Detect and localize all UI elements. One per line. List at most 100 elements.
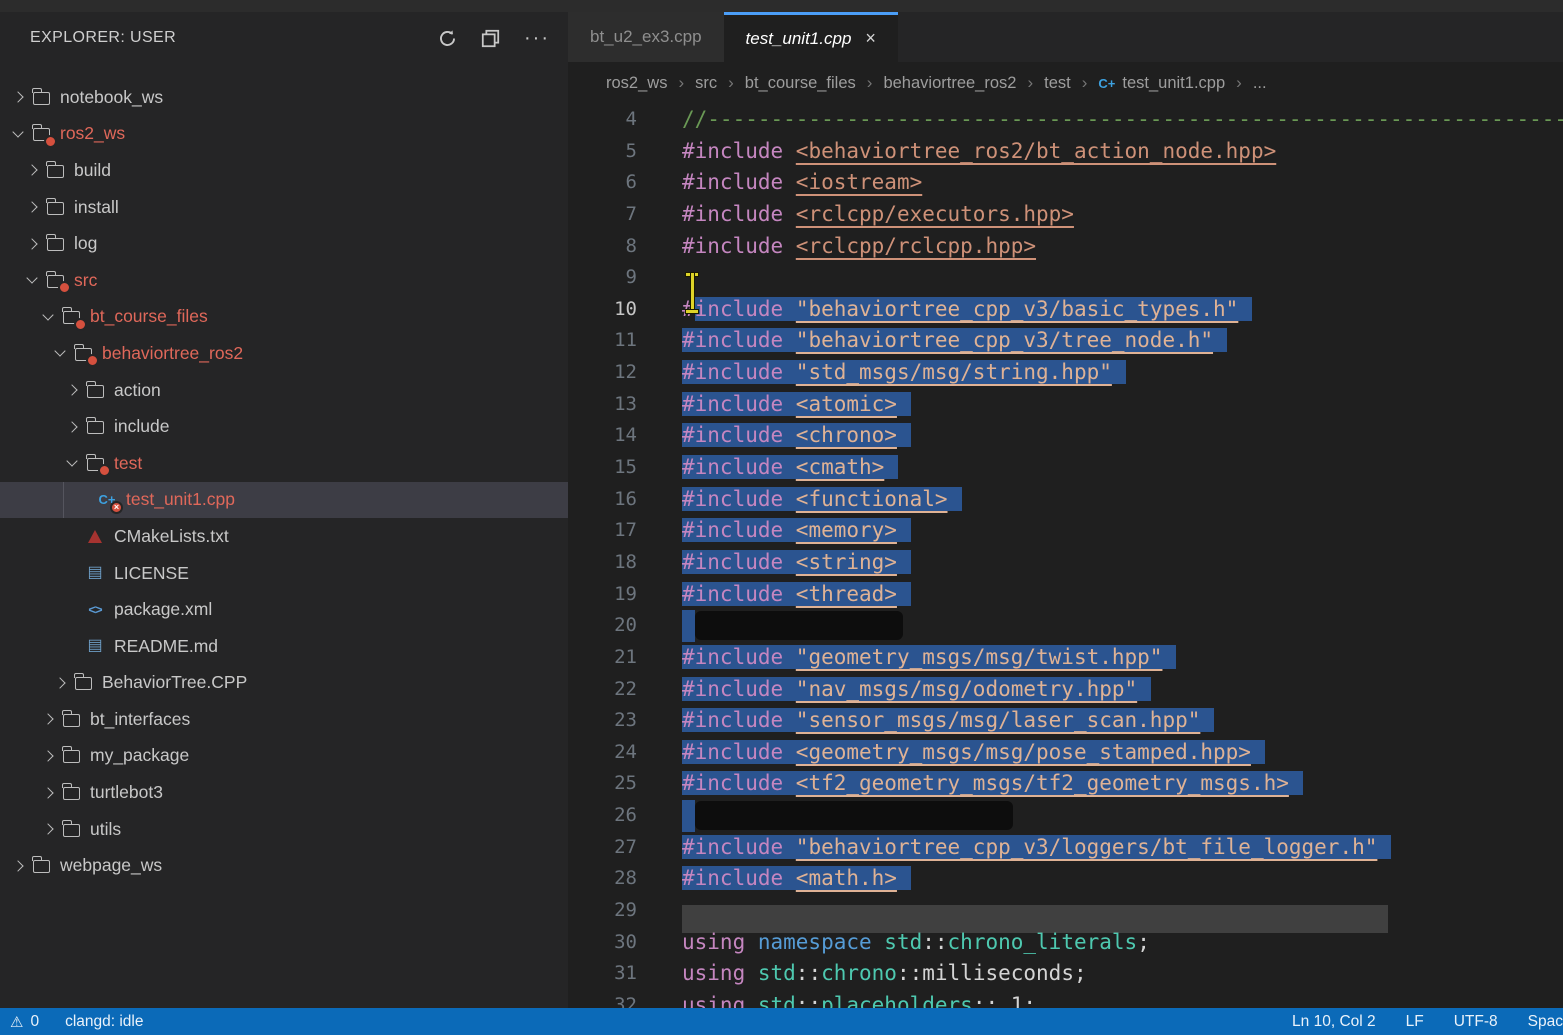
tree-item-test[interactable]: test <box>0 445 568 482</box>
tree-item-CMakeLists.txt[interactable]: CMakeLists.txt <box>0 518 568 555</box>
code-line-32[interactable]: 32using std::placeholders::_1; <box>568 990 1563 1008</box>
clangd-status[interactable]: clangd: idle <box>65 1013 143 1031</box>
book-glyph: ▤ <box>87 638 102 654</box>
folder-icon <box>86 455 104 471</box>
code-line-28[interactable]: 28#include <math.h> <box>568 863 1563 895</box>
tree-item-label: include <box>114 416 169 437</box>
code-line-23[interactable]: 23#include "sensor_msgs/msg/laser_scan.h… <box>568 705 1563 737</box>
code-line-27[interactable]: 27#include "behaviortree_cpp_v3/loggers/… <box>568 832 1563 864</box>
tree-item-utils[interactable]: utils <box>0 811 568 848</box>
code-line-13[interactable]: 13#include <atomic> <box>568 389 1563 421</box>
collapse-folders-icon[interactable] <box>481 29 500 48</box>
chevron-right-icon[interactable] <box>42 824 53 835</box>
line-content: #include <chrono> <box>682 420 911 452</box>
breadcrumb-item-test[interactable]: test <box>1044 74 1071 93</box>
eol-indicator[interactable]: LF <box>1406 1013 1424 1031</box>
code-line-6[interactable]: 6#include <iostream> <box>568 167 1563 199</box>
chevron-down-icon[interactable] <box>42 309 53 320</box>
code-line-22[interactable]: 22#include "nav_msgs/msg/odometry.hpp" <box>568 674 1563 706</box>
indentation-indicator[interactable]: Spac <box>1528 1013 1563 1031</box>
breadcrumb-item-ros2_ws[interactable]: ros2_ws <box>606 74 667 93</box>
tree-item-install[interactable]: install <box>0 189 568 226</box>
chevron-down-icon[interactable] <box>26 273 37 284</box>
chevron-right-icon[interactable] <box>12 92 23 103</box>
horizontal-scrollbar[interactable] <box>682 905 1388 933</box>
line-number: 4 <box>568 104 637 136</box>
more-actions-icon[interactable]: ··· <box>524 33 550 43</box>
tree-item-my_package[interactable]: my_package <box>0 738 568 775</box>
tree-item-build[interactable]: build <box>0 152 568 189</box>
code-line-17[interactable]: 17#include <memory> <box>568 515 1563 547</box>
breadcrumb-item-src[interactable]: src <box>695 74 717 93</box>
tree-item-notebook_ws[interactable]: notebook_ws <box>0 79 568 116</box>
code-line-14[interactable]: 14#include <chrono> <box>568 420 1563 452</box>
chevron-right-icon[interactable] <box>42 714 53 725</box>
refresh-icon[interactable] <box>438 29 457 48</box>
cursor-position[interactable]: Ln 10, Col 2 <box>1292 1013 1376 1031</box>
tree-item-webpage_ws[interactable]: webpage_ws <box>0 847 568 884</box>
tree-item-ros2_ws[interactable]: ros2_ws <box>0 116 568 153</box>
tree-item-label: README.md <box>114 636 218 657</box>
problems-indicator[interactable]: ⚠ 0 <box>10 1013 39 1031</box>
code-line-18[interactable]: 18#include <string> <box>568 547 1563 579</box>
code-line-12[interactable]: 12#include "std_msgs/msg/string.hpp" <box>568 357 1563 389</box>
code-line-4[interactable]: 4//-------------------------------------… <box>568 104 1563 136</box>
encoding-indicator[interactable]: UTF-8 <box>1454 1013 1498 1031</box>
chevron-down-icon[interactable] <box>66 456 77 467</box>
chevron-right-icon[interactable] <box>66 421 77 432</box>
code-line-20[interactable]: 20 <box>568 610 1563 642</box>
chevron-right-icon[interactable] <box>26 165 37 176</box>
tab-test_unit1.cpp[interactable]: test_unit1.cpp× <box>724 12 898 62</box>
breadcrumb-item-behaviortree_ros2[interactable]: behaviortree_ros2 <box>883 74 1016 93</box>
tree-item-action[interactable]: action <box>0 372 568 409</box>
tree-item-src[interactable]: src <box>0 262 568 299</box>
code-line-11[interactable]: 11#include "behaviortree_cpp_v3/tree_nod… <box>568 325 1563 357</box>
breadcrumb-item-test_unit1.cpp[interactable]: C+test_unit1.cpp <box>1098 74 1225 93</box>
code-line-10[interactable]: 10#include "behaviortree_cpp_v3/basic_ty… <box>568 294 1563 326</box>
chevron-right-icon[interactable] <box>54 677 65 688</box>
code-line-25[interactable]: 25#include <tf2_geometry_msgs/tf2_geomet… <box>568 768 1563 800</box>
code-editor[interactable]: 4//-------------------------------------… <box>568 104 1563 1008</box>
chevron-down-icon[interactable] <box>54 346 65 357</box>
chevron-right-icon[interactable] <box>26 201 37 212</box>
close-icon[interactable]: × <box>865 28 876 49</box>
code-line-31[interactable]: 31using std::chrono::milliseconds; <box>568 958 1563 990</box>
code-line-26[interactable]: 26 <box>568 800 1563 832</box>
code-line-19[interactable]: 19#include <thread> <box>568 579 1563 611</box>
breadcrumb-item-bt_course_files[interactable]: bt_course_files <box>745 74 856 93</box>
tree-item-log[interactable]: log <box>0 225 568 262</box>
tree-item-include[interactable]: include <box>0 408 568 445</box>
code-line-5[interactable]: 5#include <behaviortree_ros2/bt_action_n… <box>568 136 1563 168</box>
tree-item-package.xml[interactable]: <>package.xml <box>0 591 568 628</box>
code-line-8[interactable]: 8#include <rclcpp/rclcpp.hpp> <box>568 231 1563 263</box>
code-line-16[interactable]: 16#include <functional> <box>568 484 1563 516</box>
chevron-down-icon[interactable] <box>12 126 23 137</box>
code-line-9[interactable]: 9 <box>568 262 1563 294</box>
folder-glyph <box>87 385 104 398</box>
line-content: using std::chrono::milliseconds; <box>682 958 1087 990</box>
folder-icon <box>86 419 104 435</box>
tree-item-test_unit1.cpp[interactable]: C+×test_unit1.cpp <box>0 482 568 519</box>
tree-item-behaviortree_ros2[interactable]: behaviortree_ros2 <box>0 335 568 372</box>
tree-item-label: build <box>74 160 111 181</box>
chevron-right-icon[interactable] <box>42 787 53 798</box>
no-chevron <box>68 642 76 650</box>
chevron-right-icon[interactable] <box>66 384 77 395</box>
code-line-15[interactable]: 15#include <cmath> <box>568 452 1563 484</box>
tree-item-README.md[interactable]: ▤ README.md <box>0 628 568 665</box>
chevron-right-icon[interactable] <box>26 238 37 249</box>
tree-item-bt_interfaces[interactable]: bt_interfaces <box>0 701 568 738</box>
code-line-24[interactable]: 24#include <geometry_msgs/msg/pose_stamp… <box>568 737 1563 769</box>
tree-item-LICENSE[interactable]: ▤LICENSE <box>0 555 568 592</box>
tree-item-turtlebot3[interactable]: turtlebot3 <box>0 774 568 811</box>
breadcrumb-item-...[interactable]: ... <box>1253 74 1267 93</box>
line-content: #include <behaviortree_ros2/bt_action_no… <box>682 136 1276 168</box>
chevron-right-icon[interactable] <box>42 750 53 761</box>
code-line-21[interactable]: 21#include "geometry_msgs/msg/twist.hpp" <box>568 642 1563 674</box>
chevron-right-icon[interactable] <box>12 860 23 871</box>
warnings-count: 0 <box>30 1013 39 1031</box>
tree-item-bt_course_files[interactable]: bt_course_files <box>0 299 568 336</box>
tree-item-BehaviorTree.CPP[interactable]: BehaviorTree.CPP <box>0 665 568 702</box>
code-line-7[interactable]: 7#include <rclcpp/executors.hpp> <box>568 199 1563 231</box>
tab-bt_u2_ex3.cpp[interactable]: bt_u2_ex3.cpp <box>568 12 724 62</box>
